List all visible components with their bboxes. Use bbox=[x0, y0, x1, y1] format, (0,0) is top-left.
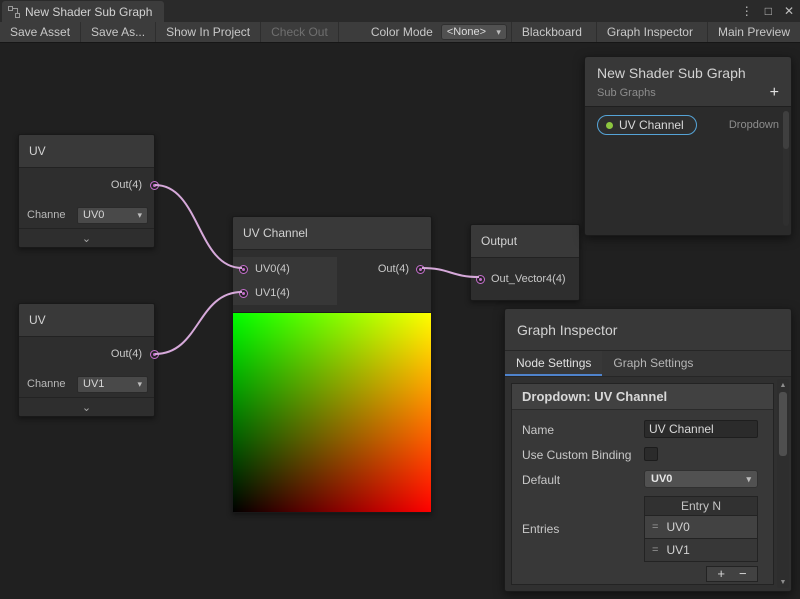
tab-title: New Shader Sub Graph bbox=[25, 5, 152, 19]
maximize-icon[interactable]: □ bbox=[765, 4, 772, 18]
save-as-button[interactable]: Save As... bbox=[81, 22, 156, 42]
color-mode-label: Color Mode bbox=[363, 22, 441, 42]
color-mode-dropdown[interactable]: <None> ▾ bbox=[441, 24, 507, 40]
blackboard-header[interactable]: New Shader Sub Graph Sub Graphs + bbox=[585, 57, 791, 107]
output-port-label: Out(4) bbox=[378, 263, 409, 275]
tab-graph-settings[interactable]: Graph Settings bbox=[602, 351, 704, 376]
document-tab[interactable]: New Shader Sub Graph bbox=[2, 1, 164, 22]
node-title[interactable]: UV Channel bbox=[233, 217, 431, 250]
channel-label: Channe bbox=[27, 378, 73, 390]
blackboard-body: UV Channel Dropdown bbox=[585, 107, 791, 234]
entry-label: UV1 bbox=[666, 543, 689, 557]
list-item: UV Channel Dropdown bbox=[585, 107, 791, 135]
chevron-down-icon: ⌄ bbox=[82, 401, 91, 414]
name-input[interactable] bbox=[644, 420, 758, 438]
blackboard-title: New Shader Sub Graph bbox=[597, 65, 779, 81]
chevron-down-icon: ▾ bbox=[137, 210, 142, 221]
input-port-label: Out_Vector4(4) bbox=[491, 273, 566, 285]
node-title[interactable]: Output bbox=[471, 225, 579, 258]
inspector-tabs: Node Settings Graph Settings bbox=[505, 351, 791, 377]
remove-entry-button[interactable]: − bbox=[739, 568, 747, 580]
channel-value: UV1 bbox=[83, 378, 104, 390]
main-preview-toggle-button[interactable]: Main Preview bbox=[707, 22, 800, 42]
scrollbar[interactable] bbox=[783, 111, 789, 226]
inspector-content: Dropdown: UV Channel Name Use Custom Bin… bbox=[505, 377, 791, 591]
show-in-project-button[interactable]: Show In Project bbox=[156, 22, 261, 42]
edge-uv2-to-uvchannel[interactable] bbox=[155, 292, 242, 354]
check-out-button: Check Out bbox=[261, 22, 339, 42]
save-asset-button[interactable]: Save Asset bbox=[0, 22, 81, 42]
input-port[interactable] bbox=[239, 265, 248, 274]
chevron-down-icon: ▾ bbox=[746, 474, 751, 485]
scrollbar-thumb[interactable] bbox=[783, 111, 789, 149]
add-entry-button[interactable]: + bbox=[717, 568, 725, 580]
blackboard-panel: New Shader Sub Graph Sub Graphs + UV Cha… bbox=[584, 56, 792, 236]
channel-value: UV0 bbox=[83, 209, 104, 221]
uv-node-1[interactable]: UV Out(4) Channe UV0 ▾ ⌄ bbox=[18, 134, 155, 248]
node-title[interactable]: UV bbox=[19, 135, 154, 168]
channel-label: Channe bbox=[27, 209, 73, 221]
blackboard-property-uv-channel[interactable]: UV Channel bbox=[597, 115, 697, 135]
channel-dropdown[interactable]: UV0 ▾ bbox=[77, 207, 148, 224]
uv-gradient-preview bbox=[233, 312, 431, 512]
close-icon[interactable]: ✕ bbox=[784, 4, 794, 18]
scrollbar[interactable]: ▲ ▼ bbox=[777, 379, 789, 588]
scroll-up-icon[interactable]: ▲ bbox=[777, 379, 789, 391]
entries-list-buttons: + − bbox=[706, 566, 758, 582]
property-type: Dropdown bbox=[729, 119, 779, 131]
chevron-down-icon: ▾ bbox=[496, 27, 501, 38]
entries-label: Entries bbox=[522, 519, 644, 537]
title-bar: New Shader Sub Graph ⋮ □ ✕ bbox=[0, 0, 800, 22]
channel-dropdown[interactable]: UV1 ▾ bbox=[77, 376, 148, 393]
use-custom-binding-label: Use Custom Binding bbox=[522, 445, 644, 463]
output-port-label: Out(4) bbox=[111, 348, 142, 360]
window-menu-icon[interactable]: ⋮ bbox=[741, 4, 753, 18]
default-value: UV0 bbox=[651, 473, 672, 485]
graph-inspector-toggle-button[interactable]: Graph Inspector bbox=[596, 22, 703, 42]
chevron-down-icon: ⌄ bbox=[82, 232, 91, 245]
color-mode-value: <None> bbox=[447, 26, 486, 38]
scroll-down-icon[interactable]: ▼ bbox=[777, 576, 789, 588]
unity-shader-graph-window: New Shader Sub Graph ⋮ □ ✕ Save Asset Sa… bbox=[0, 0, 800, 599]
graph-inspector-title[interactable]: Graph Inspector bbox=[505, 309, 791, 351]
graph-canvas[interactable]: UV Out(4) Channe UV0 ▾ ⌄ UV Out(4) bbox=[0, 43, 800, 599]
toolbar: Save Asset Save As... Show In Project Ch… bbox=[0, 22, 800, 43]
blackboard-toggle-button[interactable]: Blackboard bbox=[511, 22, 592, 42]
collapse-button[interactable]: ⌄ bbox=[19, 228, 154, 247]
uv-channel-node[interactable]: UV Channel UV0(4) UV1(4) Out(4) bbox=[232, 216, 432, 513]
uv-node-2[interactable]: UV Out(4) Channe UV1 ▾ ⌄ bbox=[18, 303, 155, 417]
edge-uv1-to-uvchannel[interactable] bbox=[155, 185, 242, 268]
entries-list-header: Entry N bbox=[644, 496, 758, 516]
collapse-button[interactable]: ⌄ bbox=[19, 397, 154, 416]
add-property-button[interactable]: + bbox=[770, 86, 779, 100]
default-dropdown[interactable]: UV0 ▾ bbox=[644, 470, 758, 488]
subgraph-icon bbox=[8, 6, 20, 18]
input-port-label: UV0(4) bbox=[255, 263, 290, 275]
drag-handle-icon[interactable]: = bbox=[652, 521, 658, 533]
exposed-dot-icon bbox=[606, 122, 613, 129]
entry-row-uv0[interactable]: = UV0 bbox=[644, 516, 758, 539]
property-label: UV Channel bbox=[619, 118, 684, 132]
entry-row-uv1[interactable]: = UV1 bbox=[644, 539, 758, 562]
node-title[interactable]: UV bbox=[19, 304, 154, 337]
entry-label: UV0 bbox=[666, 520, 689, 534]
drag-handle-icon[interactable]: = bbox=[652, 544, 658, 556]
input-row: UV1(4) bbox=[233, 281, 337, 305]
tab-node-settings[interactable]: Node Settings bbox=[505, 351, 602, 376]
input-port-label: UV1(4) bbox=[255, 287, 290, 299]
entries-list: Entry N = UV0 = UV1 bbox=[644, 496, 758, 562]
input-port[interactable] bbox=[476, 275, 485, 284]
scrollbar-thumb[interactable] bbox=[779, 392, 787, 456]
chevron-down-icon: ▾ bbox=[137, 379, 142, 390]
output-node[interactable]: Output Out_Vector4(4) bbox=[470, 224, 580, 301]
name-label: Name bbox=[522, 420, 644, 438]
section-title: Dropdown: UV Channel bbox=[512, 384, 773, 410]
default-label: Default bbox=[522, 470, 644, 488]
input-row: UV0(4) bbox=[233, 257, 337, 281]
output-port-label: Out(4) bbox=[111, 179, 142, 191]
dropdown-settings-box: Dropdown: UV Channel Name Use Custom Bin… bbox=[511, 383, 774, 585]
use-custom-binding-checkbox[interactable] bbox=[644, 447, 658, 461]
blackboard-subtitle: Sub Graphs bbox=[597, 87, 656, 99]
graph-inspector-panel: Graph Inspector Node Settings Graph Sett… bbox=[504, 308, 792, 592]
